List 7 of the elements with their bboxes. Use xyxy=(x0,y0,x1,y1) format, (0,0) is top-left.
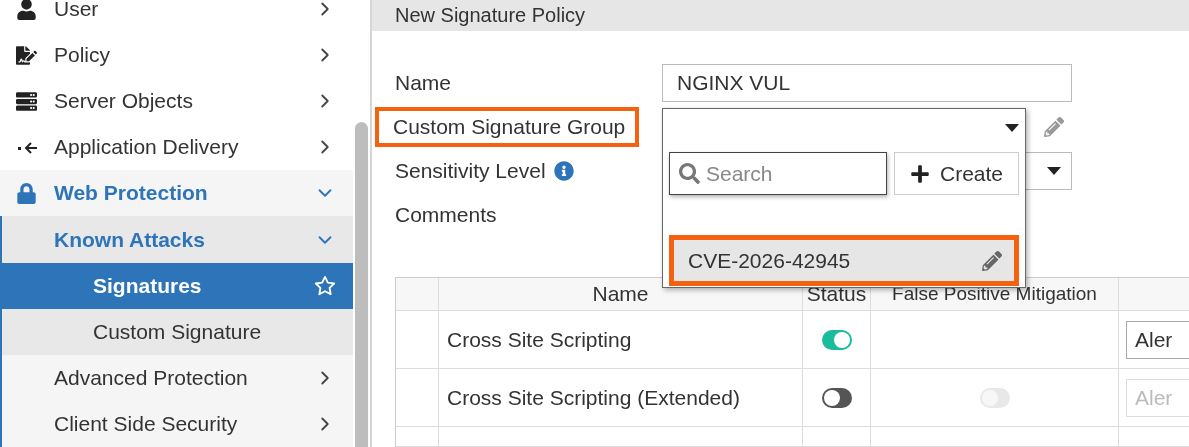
page-title: New Signature Policy xyxy=(372,0,1189,31)
field-label: Name xyxy=(395,71,452,95)
table-cell: Cross Site Scripting (Extended) xyxy=(447,385,740,410)
table-cell: Cross Site Scripting xyxy=(447,327,632,352)
column-header: Name xyxy=(592,282,649,306)
field-label: Comments xyxy=(395,203,497,227)
field-label: Sensitivity Level xyxy=(395,159,546,183)
